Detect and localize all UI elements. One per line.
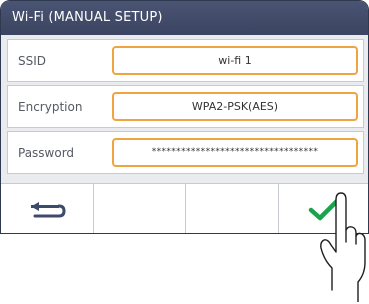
password-field[interactable]: ********************************** [112,138,358,167]
settings-form: SSID wi-fi 1 Encryption WPA2-PSK(AES) Pa… [7,39,364,177]
device-screen: Wi-Fi (MANUAL SETUP) SSID wi-fi 1 Encryp… [0,0,369,234]
pointing-hand-icon [320,192,366,302]
encryption-row: Encryption WPA2-PSK(AES) [7,85,364,128]
page-title: Wi-Fi (MANUAL SETUP) [1,1,368,35]
back-button[interactable] [1,184,94,233]
ssid-row: SSID wi-fi 1 [7,39,364,82]
ssid-field[interactable]: wi-fi 1 [112,46,358,75]
ssid-label: SSID [18,54,47,68]
password-row: Password *******************************… [7,131,364,174]
bottom-toolbar [1,183,368,233]
back-arrow-icon [30,201,66,217]
encryption-label: Encryption [18,100,83,114]
password-label: Password [18,146,75,160]
empty-button-3 [186,184,279,233]
encryption-field[interactable]: WPA2-PSK(AES) [112,92,358,121]
empty-button-2 [94,184,186,233]
